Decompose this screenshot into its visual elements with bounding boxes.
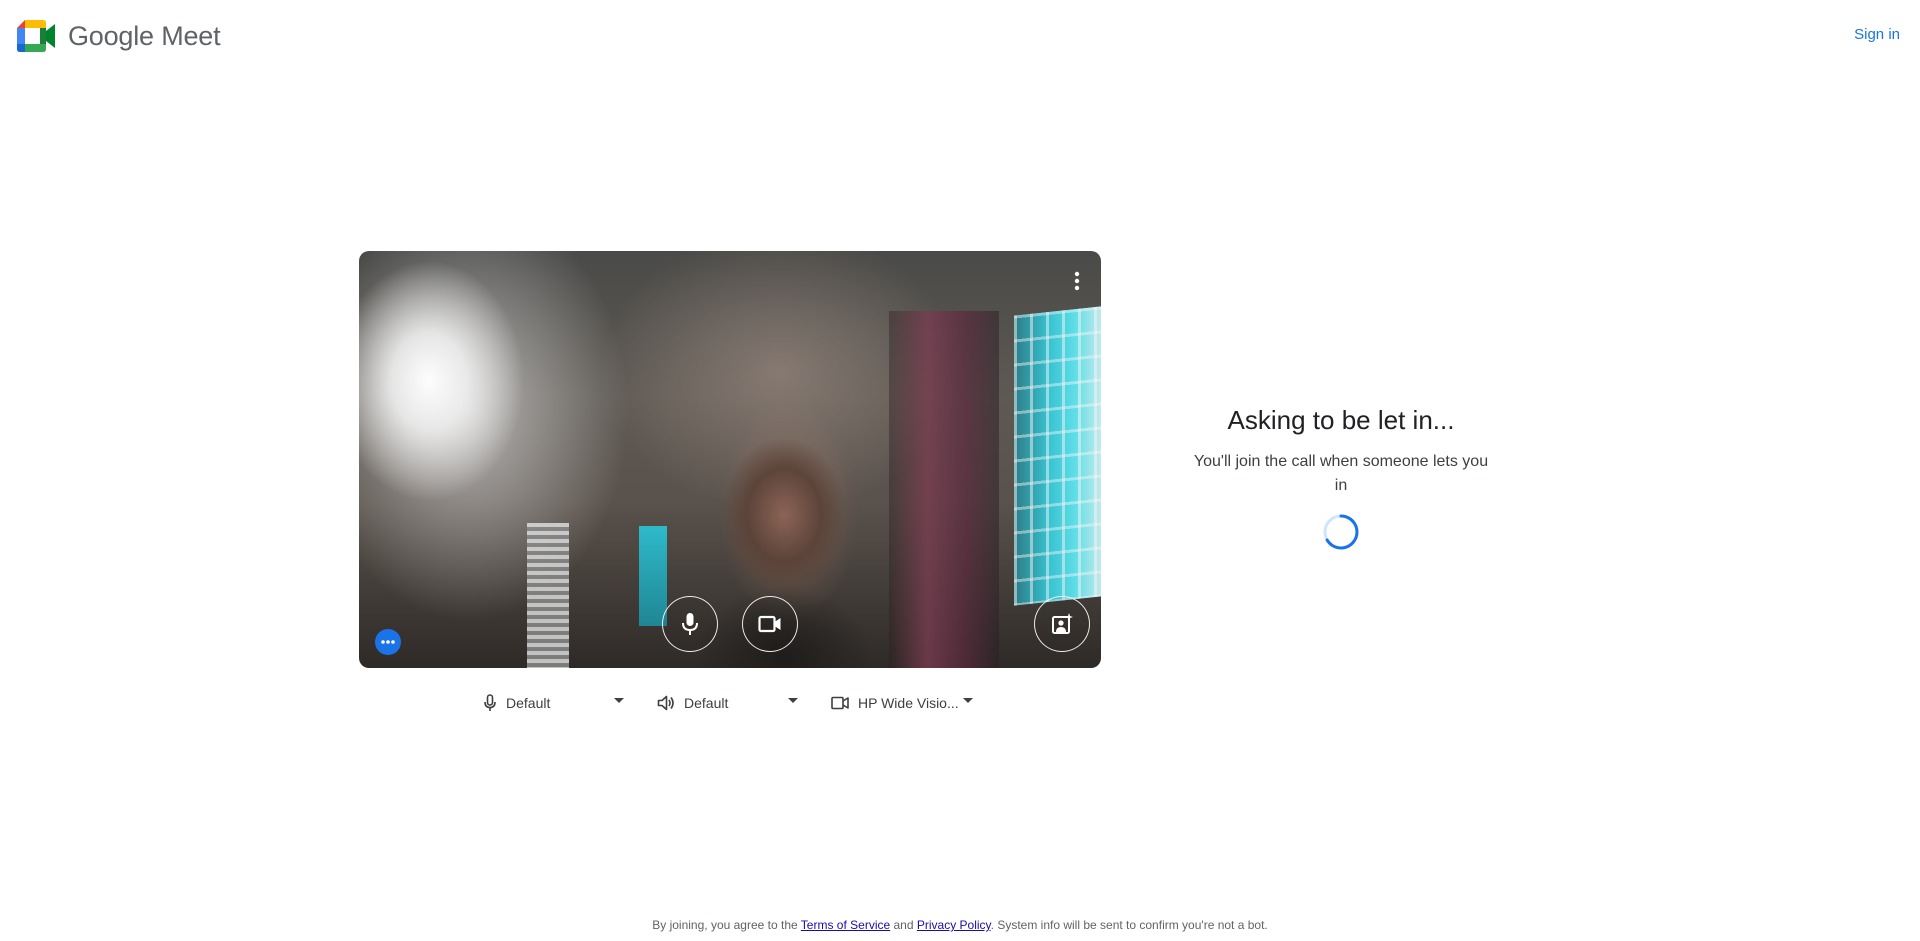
join-status-panel: Asking to be let in... You'll join the c… bbox=[1180, 405, 1502, 552]
sign-in-link[interactable]: Sign in bbox=[1850, 24, 1904, 45]
top-bar: Google Meet Sign in bbox=[0, 0, 1920, 72]
join-status-title: Asking to be let in... bbox=[1227, 405, 1455, 435]
speaker-select-label: Default bbox=[684, 695, 729, 711]
video-scene-background bbox=[1014, 306, 1101, 606]
join-status-message: You'll join the call when someone lets y… bbox=[1193, 453, 1489, 494]
terms-of-service-link[interactable]: Terms of Service bbox=[801, 918, 890, 932]
footer-suffix-text: . System info will be sent to confirm yo… bbox=[990, 918, 1268, 932]
video-scene-background bbox=[639, 526, 667, 626]
toggle-microphone-button[interactable] bbox=[662, 596, 718, 652]
footer-and-text: and bbox=[890, 918, 917, 932]
microphone-icon bbox=[682, 613, 698, 635]
microphone-select-label: Default bbox=[506, 695, 551, 711]
legal-footer: By joining, you agree to the Terms of Se… bbox=[0, 918, 1920, 932]
footer-prefix-text: By joining, you agree to the bbox=[652, 918, 801, 932]
camera-select-label: HP Wide Visio... bbox=[858, 695, 959, 711]
video-scene-background bbox=[889, 311, 999, 668]
dropdown-arrow-icon bbox=[614, 698, 624, 703]
loading-spinner-icon bbox=[1323, 514, 1359, 550]
more-options-button[interactable] bbox=[1065, 269, 1089, 293]
privacy-policy-link[interactable]: Privacy Policy bbox=[917, 918, 991, 932]
self-video-preview bbox=[359, 251, 1101, 668]
camera-select[interactable]: HP Wide Visio... bbox=[831, 690, 973, 716]
apply-visual-effects-button[interactable] bbox=[1034, 596, 1090, 652]
speaker-select[interactable]: Default bbox=[657, 690, 798, 716]
more-horiz-icon bbox=[381, 640, 395, 644]
meet-logo-icon bbox=[17, 20, 55, 52]
dropdown-arrow-icon bbox=[963, 698, 973, 703]
speaker-icon bbox=[657, 695, 674, 711]
preview-options-button[interactable] bbox=[375, 629, 401, 655]
device-settings-bar: Default Default HP Wide Visio... bbox=[0, 690, 1920, 716]
more-vert-icon bbox=[1074, 271, 1080, 291]
videocam-icon bbox=[758, 615, 781, 633]
toggle-camera-button[interactable] bbox=[742, 596, 798, 652]
microphone-outline-icon bbox=[484, 694, 496, 711]
dropdown-arrow-icon bbox=[788, 698, 798, 703]
logo-text: Google Meet bbox=[68, 20, 221, 51]
visual-effects-icon bbox=[1052, 613, 1073, 634]
microphone-select[interactable]: Default bbox=[483, 690, 624, 716]
video-scene-background bbox=[527, 523, 569, 668]
videocam-outline-icon bbox=[831, 696, 849, 710]
google-meet-logo[interactable]: Google Meet bbox=[17, 20, 221, 52]
